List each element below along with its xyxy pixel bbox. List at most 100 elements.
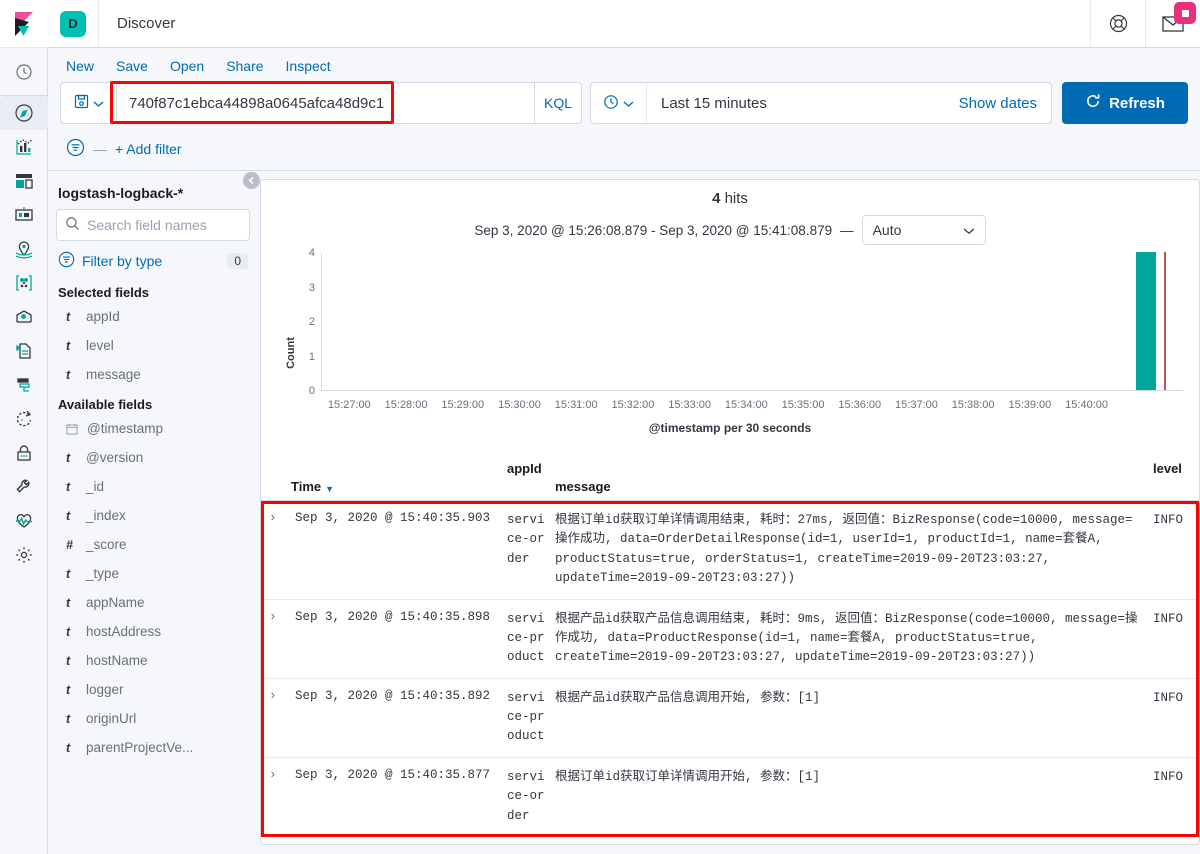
expand-row-button[interactable]: ›: [261, 758, 291, 836]
notification-badge: [1174, 2, 1196, 24]
add-filter-button[interactable]: + Add filter: [115, 141, 182, 157]
mail-envelope-icon[interactable]: [1145, 0, 1200, 47]
field-level[interactable]: t level: [56, 331, 250, 360]
topnav-open[interactable]: Open: [170, 58, 204, 74]
sidebar-item-apm[interactable]: [0, 368, 48, 402]
header-spacer: [193, 0, 1090, 47]
index-pattern-title[interactable]: logstash-logback-*: [56, 181, 250, 209]
filter-funnel-icon[interactable]: [66, 138, 85, 160]
cell-message: 根据产品id获取产品信息调用开始, 参数：[1]: [555, 690, 821, 705]
filter-by-type-button[interactable]: Filter by type: [82, 253, 162, 269]
field-parentProjectVersion[interactable]: t parentProjectVe...: [56, 733, 250, 762]
sort-down-caret-icon[interactable]: ▼: [325, 484, 334, 494]
sidebar-item-visualize[interactable]: [0, 130, 48, 164]
refresh-button-label: Refresh: [1109, 94, 1165, 112]
topnav-inspect[interactable]: Inspect: [286, 58, 331, 74]
field-originUrl[interactable]: t originUrl: [56, 704, 250, 733]
expand-row-button[interactable]: ›: [261, 501, 291, 599]
filter-bar: — + Add filter: [60, 130, 1188, 170]
help-circle-icon[interactable]: [1090, 0, 1145, 47]
chart-plot-area[interactable]: [321, 252, 1183, 391]
cell-time: Sep 3, 2020 @ 15:40:35.877: [295, 767, 491, 782]
sidebar-item-canvas[interactable]: [0, 198, 48, 232]
chart-x-tick: 15:30:00: [498, 399, 541, 411]
field-version[interactable]: t @version: [56, 443, 250, 472]
field-_type[interactable]: t _type: [56, 559, 250, 588]
column-header-message[interactable]: message: [555, 459, 1153, 500]
cell-appId: service-order: [507, 769, 545, 823]
field-_index[interactable]: t _index: [56, 501, 250, 530]
search-input[interactable]: 740f87c1ebca44898a0645afca48d9c1: [116, 82, 534, 124]
range-dash: —: [840, 222, 854, 238]
time-range-label[interactable]: Last 15 minutes: [647, 95, 945, 112]
chart-x-tick: 15:32:00: [611, 399, 655, 411]
recently-viewed-clock-icon[interactable]: [0, 48, 48, 96]
field-type-number-icon: #: [66, 537, 73, 552]
table-row[interactable]: › Sep 3, 2020 @ 15:40:35.877 service-ord…: [261, 758, 1199, 837]
chevron-down-icon: [93, 95, 104, 111]
sidebar-item-dev-tools[interactable]: [0, 470, 48, 504]
field-appName[interactable]: t appName: [56, 588, 250, 617]
field-label: _index: [86, 508, 126, 523]
chart-y-tick: 4: [308, 247, 315, 259]
column-header-time[interactable]: Time ▼: [291, 459, 507, 500]
field-message[interactable]: t message: [56, 360, 250, 389]
save-floppy-icon: [74, 94, 89, 112]
column-header-appId[interactable]: appId: [507, 459, 555, 500]
sidebar-item-discover[interactable]: [0, 96, 48, 130]
table-row[interactable]: › Sep 3, 2020 @ 15:40:35.903 service-ord…: [261, 501, 1199, 600]
cell-level: INFO: [1153, 611, 1184, 626]
results-panel: 4 hits Sep 3, 2020 @ 15:26:08.879 - Sep …: [260, 179, 1200, 845]
refresh-button[interactable]: Refresh: [1062, 82, 1188, 124]
field-logger[interactable]: t logger: [56, 675, 250, 704]
query-language-button[interactable]: KQL: [534, 82, 582, 124]
sidebar-item-management[interactable]: [0, 538, 48, 572]
quick-select-time-button[interactable]: [591, 83, 647, 123]
column-header-level[interactable]: level: [1153, 459, 1199, 500]
sidebar-item-maps[interactable]: [0, 232, 48, 266]
sidebar-item-logs[interactable]: [0, 334, 48, 368]
sidebar-item-monitoring[interactable]: [0, 504, 48, 538]
chevron-down-icon: [963, 222, 975, 238]
expand-row-button[interactable]: ›: [261, 600, 291, 678]
chart-x-tick: 15:28:00: [384, 399, 428, 411]
table-row[interactable]: › Sep 3, 2020 @ 15:40:35.898 service-pro…: [261, 600, 1199, 679]
field-timestamp[interactable]: @timestamp: [56, 414, 250, 443]
hits-count: 4: [712, 190, 721, 207]
field-search-input[interactable]: Search field names: [56, 209, 250, 241]
chart-range-row: Sep 3, 2020 @ 15:26:08.879 - Sep 3, 2020…: [261, 209, 1199, 249]
field-search-placeholder: Search field names: [87, 217, 207, 233]
cell-level: INFO: [1153, 769, 1184, 784]
expand-row-button[interactable]: ›: [261, 679, 291, 757]
field-type-string-icon: t: [66, 711, 71, 726]
field-_score[interactable]: # _score: [56, 530, 250, 559]
sidebar-item-infrastructure[interactable]: [0, 300, 48, 334]
sidebar-item-siem[interactable]: [0, 436, 48, 470]
query-area: New Save Open Share Inspect 740f87c1ebca…: [48, 48, 1200, 171]
topnav-new[interactable]: New: [66, 58, 94, 74]
sidebar-item-machine-learning[interactable]: [0, 266, 48, 300]
chart-current-time-marker: [1164, 252, 1166, 390]
field-hostName[interactable]: t hostName: [56, 646, 250, 675]
show-dates-button[interactable]: Show dates: [945, 95, 1051, 112]
interval-select[interactable]: Auto: [861, 215, 986, 245]
field-_id[interactable]: t _id: [56, 472, 250, 501]
available-fields-heading: Available fields: [58, 397, 153, 412]
field-appId[interactable]: t appId: [56, 302, 250, 331]
clock-icon: [603, 94, 619, 113]
collapse-sidebar-button[interactable]: [243, 172, 260, 189]
table-row[interactable]: › Sep 3, 2020 @ 15:40:35.892 service-pro…: [261, 679, 1199, 758]
field-type-string-icon: t: [66, 653, 71, 668]
saved-query-button[interactable]: [60, 82, 116, 124]
sidebar-item-uptime[interactable]: [0, 402, 48, 436]
chart-time-range: Sep 3, 2020 @ 15:26:08.879 - Sep 3, 2020…: [474, 222, 833, 238]
field-type-string-icon: t: [66, 682, 71, 697]
field-hostAddress[interactable]: t hostAddress: [56, 617, 250, 646]
sidebar-item-dashboard[interactable]: [0, 164, 48, 198]
chart-bar[interactable]: [1136, 252, 1156, 390]
kibana-logo-icon[interactable]: [0, 0, 48, 48]
chart-y-tick: 2: [308, 316, 315, 328]
topnav-save[interactable]: Save: [116, 58, 148, 74]
topnav-share[interactable]: Share: [226, 58, 263, 74]
chart-x-tick: 15:39:00: [1008, 399, 1052, 411]
